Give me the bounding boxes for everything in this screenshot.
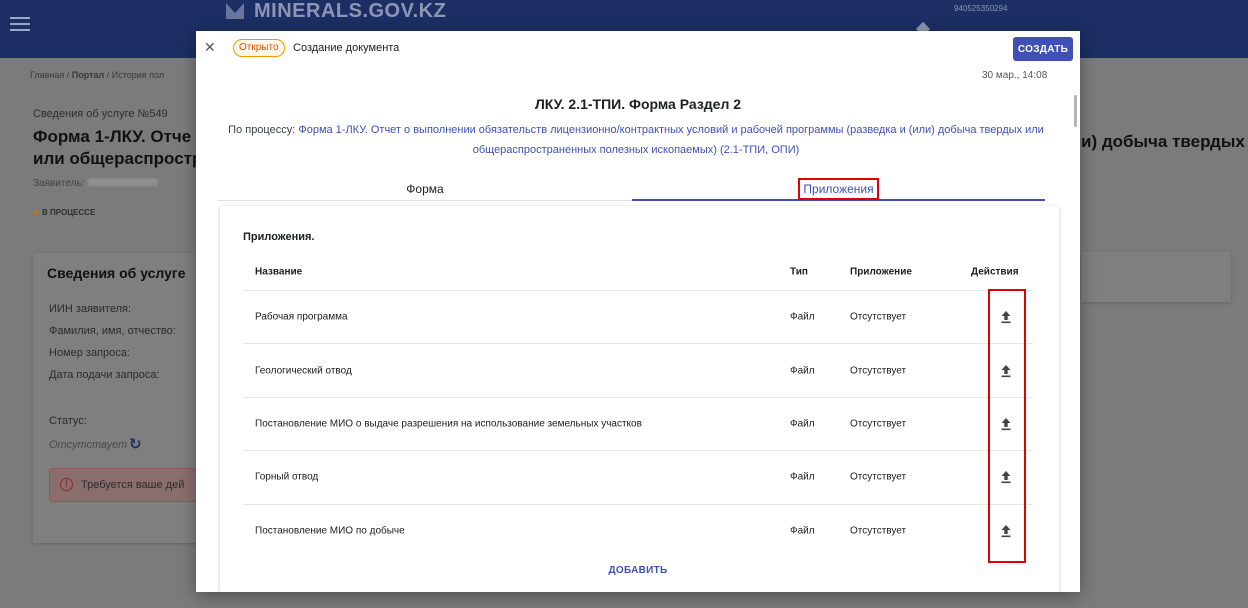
row-attachment: Отсутствует	[850, 311, 907, 323]
close-icon[interactable]: ✕	[204, 40, 216, 54]
row-type: Файл	[790, 471, 815, 483]
document-date: 30 мар., 14:08	[982, 70, 1048, 81]
table-row: Горный отвод Файл Отсутствует	[243, 450, 1033, 503]
column-actions: Действия	[971, 266, 1019, 278]
applicant: Заявитель:	[33, 178, 199, 189]
menu-icon[interactable]	[10, 17, 30, 33]
table-row: Постановление МИО о выдаче разрешения на…	[243, 396, 1033, 450]
dialog-header: ✕ Открыто Создание документа СОЗДАТЬ	[196, 31, 1080, 65]
alert-icon: !	[60, 478, 73, 491]
table-row: Геологический отвод Файл Отсутствует	[243, 343, 1033, 396]
column-attachment: Приложение	[850, 266, 912, 278]
row-type: Файл	[790, 418, 815, 430]
service-title-right: и) добыча твердых	[1081, 132, 1245, 151]
refresh-icon[interactable]: ↻	[129, 435, 142, 453]
document-tabs: Форма Приложения	[218, 177, 1045, 201]
document-status-badge: Открыто	[233, 39, 285, 57]
row-type: Файл	[790, 525, 815, 537]
column-name: Название	[255, 266, 303, 278]
process-prefix: По процессу:	[228, 124, 296, 136]
row-attachment: Отсутствует	[850, 418, 907, 430]
tab-form[interactable]: Форма	[218, 177, 632, 201]
create-document-dialog: ✕ Открыто Создание документа СОЗДАТЬ 30 …	[196, 31, 1080, 592]
process-description: По процессу: Форма 1-ЛКУ. Отчет о выполн…	[226, 120, 1046, 160]
status-value: Отсутствует	[49, 439, 128, 451]
status-label: Статус:	[49, 415, 87, 427]
row-attachment: Отсутствует	[850, 365, 907, 377]
table-header: Название Тип Приложение Действия	[243, 254, 1033, 290]
action-required-alert: ! Требуется ваше дей	[49, 468, 209, 502]
actions-highlight-box	[988, 289, 1026, 563]
field-request-date: Дата подачи запроса:	[49, 369, 160, 381]
table-row: Рабочая программа Файл Отсутствует	[243, 290, 1033, 343]
add-attachment-button[interactable]: ДОБАВИТЬ	[196, 565, 1080, 576]
service-title: Форма 1-ЛКУ. Отче	[33, 127, 192, 146]
row-name: Горный отвод	[255, 471, 319, 483]
tab-attachments[interactable]: Приложения	[632, 177, 1045, 201]
row-type: Файл	[790, 365, 815, 377]
field-fullname: Фамилия, имя, отчество:	[49, 325, 176, 337]
breadcrumb: Главная / Портал / История пол	[30, 70, 165, 80]
document-title: ЛКУ. 2.1-ТПИ. Форма Раздел 2	[534, 96, 742, 112]
service-number: Сведения об услуге №549	[33, 108, 168, 120]
site-logo[interactable]: MINERALS.GOV.KZ	[226, 0, 446, 23]
dialog-title: Создание документа	[293, 42, 400, 54]
column-type: Тип	[790, 266, 808, 278]
row-attachment: Отсутствует	[850, 525, 907, 537]
breadcrumb-portal[interactable]: Портал	[72, 70, 104, 80]
process-link[interactable]: Форма 1-ЛКУ. Отчет о выполнении обязател…	[298, 124, 1044, 156]
attachments-heading: Приложения.	[243, 231, 315, 243]
service-info-card-right	[1081, 252, 1231, 302]
status-badge: В ПРОЦЕССЕ	[33, 208, 95, 217]
table-row: Постановление МИО по добыче Файл Отсутст…	[243, 503, 1033, 557]
row-name: Постановление МИО по добыче	[255, 525, 405, 537]
create-button[interactable]: СОЗДАТЬ	[1013, 37, 1073, 61]
row-type: Файл	[790, 311, 815, 323]
alert-text: Требуется ваше дей	[81, 479, 185, 491]
applicant-name-redacted	[88, 178, 159, 186]
status-dot-icon	[33, 210, 38, 215]
logo-mark-icon	[226, 3, 244, 19]
row-name: Геологический отвод	[255, 365, 352, 377]
service-title-line2: или общераспростр	[33, 149, 199, 168]
user-id: 940525350294	[954, 4, 1008, 13]
row-attachment: Отсутствует	[850, 471, 907, 483]
row-name: Постановление МИО о выдаче разрешения на…	[255, 418, 642, 430]
field-iin: ИИН заявителя:	[49, 303, 132, 315]
service-info-card: Сведения об услуге ИИН заявителя: Фамили…	[33, 253, 209, 543]
service-card-title: Сведения об услуге	[47, 265, 186, 281]
attachments-table: Название Тип Приложение Действия Рабочая…	[243, 254, 1033, 557]
tab-attachments-label: Приложения	[798, 178, 879, 200]
breadcrumb-history[interactable]: История пол	[112, 70, 164, 80]
attachments-card: Приложения. Название Тип Приложение Дейс…	[220, 206, 1059, 592]
breadcrumb-home[interactable]: Главная	[30, 70, 64, 80]
field-request-number: Номер запроса:	[49, 347, 130, 359]
row-name: Рабочая программа	[255, 311, 348, 323]
